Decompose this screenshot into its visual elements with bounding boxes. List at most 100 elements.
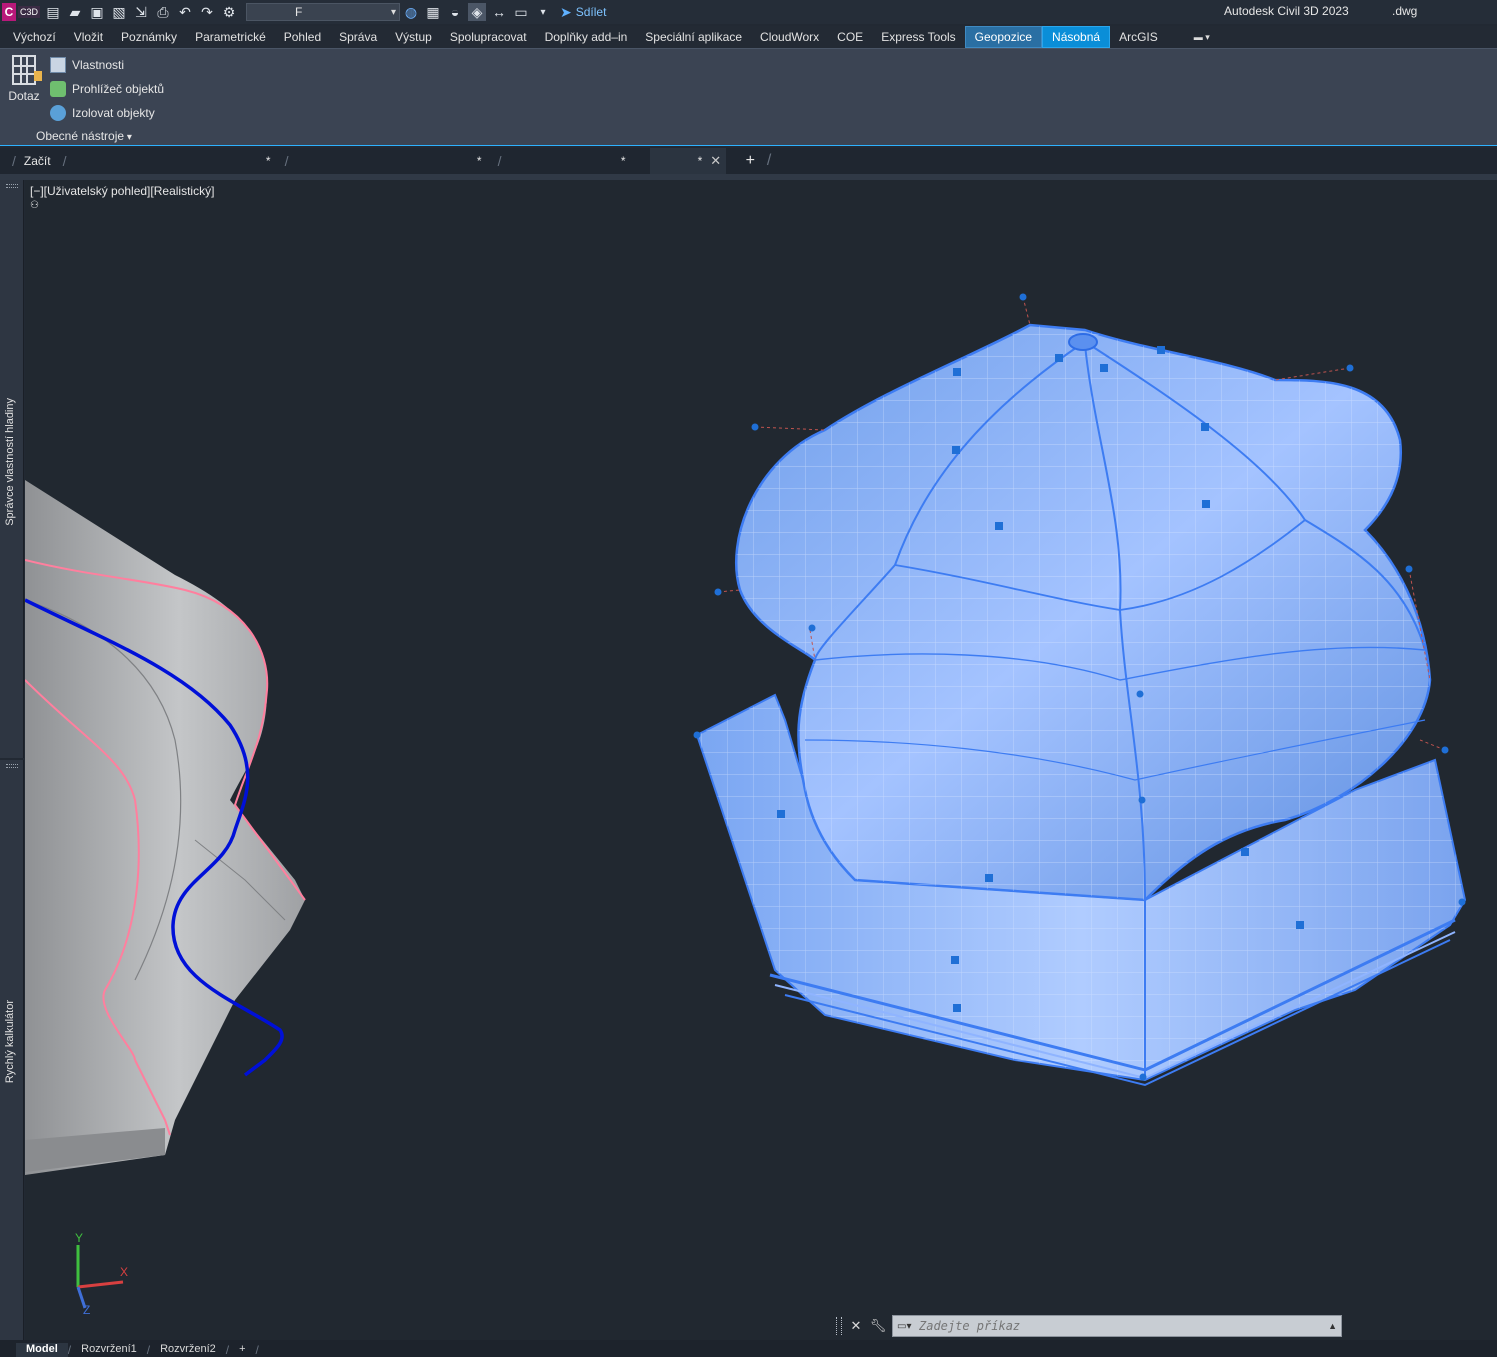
tab-arcgis[interactable]: ArcGIS [1110, 26, 1167, 48]
grip-square [995, 522, 1003, 530]
file-tab-start[interactable]: / Začít [0, 148, 51, 174]
qa-dropdown-icon[interactable]: ▾ [534, 3, 552, 21]
view-cube-icon[interactable]: ◈ [468, 3, 486, 21]
grip-point [1458, 898, 1466, 906]
palette-grip[interactable] [6, 764, 18, 768]
file-tab-bar: / Začít / * / * / * * ✕ + / [0, 148, 1497, 174]
tab-vychozi[interactable]: Výchozí [4, 26, 65, 48]
file-tab-1[interactable]: / * [51, 148, 273, 174]
file-tab-2-modified: * [476, 154, 482, 168]
command-history-caret-icon[interactable]: ▲ [1328, 1321, 1337, 1331]
model-scene[interactable]: Y X Z [25, 180, 1497, 1340]
share-label: Sdílet [575, 5, 607, 19]
app-title: Autodesk Civil 3D 2023 [1224, 4, 1349, 18]
panel-title-general-tools[interactable]: Obecné nástroje [36, 129, 132, 143]
ucs-x-label: X [120, 1265, 128, 1279]
tab-express-tools[interactable]: Express Tools [872, 26, 964, 48]
grip-square [1202, 500, 1210, 508]
file-tab-3[interactable]: / * [486, 148, 626, 174]
isolate-objects-label: Izolovat objekty [72, 106, 155, 120]
gray-solid-model[interactable] [25, 480, 306, 1175]
quick-calculator-palette[interactable]: Rychlý kalkulátor [0, 760, 24, 1340]
tab-spolupracovat[interactable]: Spolupracovat [441, 26, 536, 48]
add-layout-icon[interactable]: + [229, 1343, 255, 1357]
import-icon[interactable]: ⇲ [132, 3, 150, 21]
add-tab-icon[interactable]: + [746, 152, 755, 170]
ucs-z-label: Z [83, 1303, 90, 1317]
tab-vystup[interactable]: Výstup [386, 26, 441, 48]
command-prompt-icon[interactable]: ▭▾ [897, 1319, 919, 1333]
tab-layout1[interactable]: Rozvržení1 [71, 1343, 147, 1357]
align-icon[interactable]: ↔ [490, 3, 508, 21]
window-icon[interactable]: ▭ [512, 3, 530, 21]
app-logo-badge: C3D [18, 6, 41, 18]
globe-icon[interactable]: ◍ [402, 3, 420, 21]
file-tab-4-active[interactable]: * ✕ [649, 148, 726, 174]
tab-poznamky[interactable]: Poznámky [112, 26, 186, 48]
new-file-icon[interactable]: ▤ [44, 3, 62, 21]
layer-properties-palette[interactable]: Správce vlastností hladiny [0, 180, 24, 758]
palette-grip[interactable] [6, 184, 18, 188]
workspace-dropdown[interactable]: F [246, 3, 400, 21]
ribbon-tab-bar: Výchozí Vložit Poznámky Parametrické Poh… [0, 26, 1497, 48]
object-viewer-button[interactable]: Prohlížeč objektů [50, 79, 164, 99]
close-tab-icon[interactable]: ✕ [710, 153, 721, 169]
grip-square [1100, 364, 1108, 372]
command-line-grip[interactable] [836, 1317, 842, 1335]
print-icon[interactable]: ⎙ [154, 3, 172, 21]
properties-button[interactable]: Vlastnosti [50, 55, 124, 75]
ucs-icon: Y X Z [75, 1231, 128, 1317]
share-button[interactable]: ➤ Sdílet [560, 4, 606, 21]
save-as-icon[interactable]: ▧ [110, 3, 128, 21]
close-command-line-icon[interactable]: ✕ [848, 1317, 864, 1335]
viewport-controls-label[interactable]: [−][Uživatelský pohled][Realistický] [30, 184, 214, 198]
tab-specialni-aplikace[interactable]: Speciální aplikace [636, 26, 751, 48]
command-input[interactable] [919, 1319, 1299, 1333]
selection-cycling-icon[interactable]: ⚇ [30, 200, 39, 211]
grip-point [1136, 690, 1144, 698]
grip-point [751, 423, 759, 431]
grip-square [777, 810, 785, 818]
grip-square [1201, 423, 1209, 431]
file-tab-4-modified: * [697, 154, 703, 168]
command-input-box[interactable]: ▭▾ ▲ [892, 1315, 1342, 1337]
isolate-objects-button[interactable]: Izolovat objekty [50, 103, 155, 123]
title-bar: C C3D ▤ ▰ ▣ ▧ ⇲ ⎙ ↶ ↷ ⚙ F ◍ ▦ ◒ ◈ ↔ ▭ ▾ … [0, 0, 1497, 24]
tab-pohled[interactable]: Pohled [275, 26, 330, 48]
ribbon-panel: Dotaz Vlastnosti Prohlížeč objektů Izolo… [0, 48, 1497, 146]
tab-vlozit[interactable]: Vložit [65, 26, 112, 48]
open-folder-icon[interactable]: ▰ [66, 3, 84, 21]
properties-icon [50, 57, 66, 73]
teapot-icon[interactable]: ◒ [446, 3, 464, 21]
tab-layout2[interactable]: Rozvržení2 [150, 1343, 226, 1357]
tab-cloudworx[interactable]: CloudWorx [751, 26, 828, 48]
ribbon-minimize-icon[interactable]: ▬ ▾ [1189, 30, 1215, 44]
tab-coe[interactable]: COE [828, 26, 872, 48]
undo-icon[interactable]: ↶ [176, 3, 194, 21]
tab-geopozice[interactable]: Geopozice [964, 26, 1043, 48]
save-icon[interactable]: ▣ [88, 3, 106, 21]
workspace-gear-icon[interactable]: ⚙ [220, 3, 238, 21]
layer-properties-icon[interactable]: ▦ [424, 3, 442, 21]
tab-parametricke[interactable]: Parametrické [186, 26, 275, 48]
properties-label: Vlastnosti [72, 58, 125, 72]
command-line: ✕ 🔧︎ ▭▾ ▲ [836, 1314, 1342, 1338]
grip-point [1441, 746, 1449, 754]
app-logo[interactable]: C C3D [2, 2, 42, 22]
isolate-objects-icon [50, 105, 66, 121]
grip-point [1346, 364, 1354, 372]
query-button[interactable]: Dotaz [6, 55, 42, 103]
tab-doplnky[interactable]: Doplňky add–in [536, 26, 637, 48]
tab-nasobna[interactable]: Násobná [1042, 26, 1111, 48]
drawing-viewport[interactable]: Y X Z [−][Uživatelský pohled][Realistick… [25, 180, 1497, 1340]
grip-square [1157, 346, 1165, 354]
grip-point [693, 731, 701, 739]
customize-wrench-icon[interactable]: 🔧︎ [870, 1317, 887, 1335]
redo-icon[interactable]: ↷ [198, 3, 216, 21]
selected-dome-mesh[interactable] [695, 296, 1467, 1087]
tab-model[interactable]: Model [16, 1343, 68, 1357]
file-tab-2[interactable]: / * [273, 148, 486, 174]
object-viewer-icon [50, 81, 66, 97]
file-tab-1-modified: * [265, 154, 271, 168]
tab-sprava[interactable]: Správa [330, 26, 386, 48]
